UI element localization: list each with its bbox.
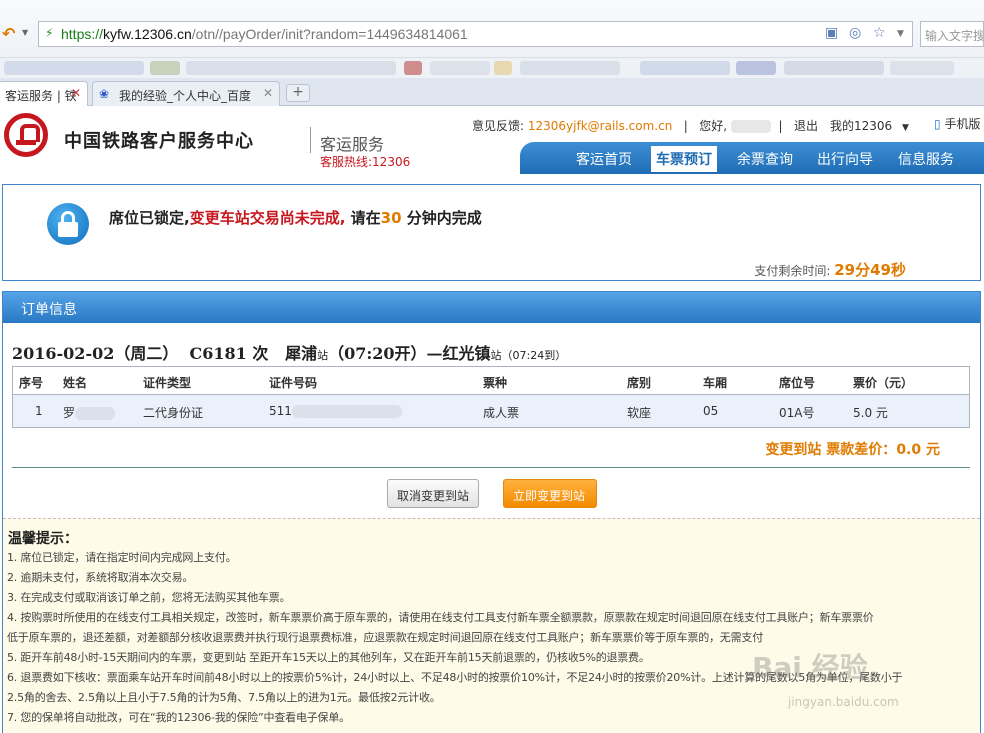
- mobile-link[interactable]: ▯ 手机版: [934, 115, 980, 132]
- main-nav: 客运首页 车票预订 余票查询 出行向导 信息服务: [520, 142, 984, 174]
- tip-item: 7. 您的保单将自动批改，可在“我的12306-我的保险”中查看电子保单。: [7, 711, 350, 724]
- search-input[interactable]: 输入文字搜: [920, 21, 984, 47]
- site-header: 中国铁路客户服务中心 客运服务 客服热线:12306 意见反馈: 12306yj…: [0, 107, 984, 174]
- nav-booking[interactable]: 车票预订: [651, 146, 717, 172]
- passenger-table: 序号 姓名 证件类型 证件号码 票种 席别 车厢 席位号 票价（元） 1 罗 二…: [12, 366, 970, 428]
- bookmark-item[interactable]: [640, 61, 730, 75]
- baidu-paw-icon: ❀: [99, 87, 110, 101]
- username-redacted: [730, 120, 771, 133]
- bookmark-bar: [0, 58, 984, 78]
- seat-locked-notice: 席位已锁定,变更车站交易尚未完成, 请在30 分钟内完成 支付剩余时间: 29分…: [2, 184, 981, 281]
- nav-travel-guide[interactable]: 出行向导: [817, 149, 873, 169]
- tab-12306[interactable]: 客运服务 | 铁 ✕: [0, 81, 88, 106]
- address-bar[interactable]: ⚡ https://kyfw.12306.cn/otn//payOrder/in…: [38, 21, 913, 47]
- nav-remaining-tickets[interactable]: 余票查询: [737, 149, 793, 169]
- name-redacted: [75, 407, 116, 420]
- id-redacted: [291, 405, 402, 418]
- order-panel-title: 订单信息: [3, 292, 980, 323]
- lock-icon: [47, 203, 89, 245]
- payment-countdown: 支付剩余时间: 29分49秒: [754, 261, 906, 279]
- my12306-menu[interactable]: 我的12306 ▼: [830, 117, 909, 134]
- shield-icon[interactable]: ◎: [849, 25, 861, 41]
- confirm-change-button[interactable]: 立即变更到站: [503, 479, 597, 508]
- close-icon[interactable]: ✕: [263, 86, 273, 100]
- tip-item: 1. 席位已锁定，请在指定时间内完成网上支付。: [7, 551, 237, 564]
- cancel-change-button[interactable]: 取消变更到站: [387, 479, 479, 508]
- table-row: 1 罗 二代身份证 511 成人票 软座 05 01A号 5.0 元: [13, 395, 969, 427]
- bookmark-item[interactable]: [494, 61, 512, 75]
- tip-item: 5. 距开车前48小时-15天期间内的车票，变更到站 至距开车15天以上的其他列…: [7, 651, 650, 664]
- notice-message: 席位已锁定,变更车站交易尚未完成, 请在30 分钟内完成: [109, 209, 482, 227]
- url-text[interactable]: https://kyfw.12306.cn/otn//payOrder/init…: [61, 26, 468, 42]
- tab-baidu-jingyan[interactable]: ❀ 我的经验_个人中心_百度 ✕: [92, 81, 280, 106]
- brand-divider: [310, 127, 311, 153]
- table-header: 序号 姓名 证件类型 证件号码 票种 席别 车厢 席位号 票价（元）: [13, 367, 969, 395]
- nav-home[interactable]: 客运首页: [576, 149, 632, 169]
- back-icon[interactable]: ↶: [2, 24, 15, 43]
- baidu-watermark-url: jingyan.baidu.com: [788, 695, 899, 709]
- feedback-email-link[interactable]: 12306yjfk@rails.com.cn: [528, 119, 672, 133]
- chevron-down-icon: ▼: [902, 123, 909, 133]
- trip-summary: 2016-02-02（周二） C6181 次 犀浦站（07:20开）—红光镇站（…: [12, 344, 567, 363]
- page-copy-icon[interactable]: ▣: [825, 25, 838, 41]
- nav-info-service[interactable]: 信息服务: [898, 149, 954, 169]
- bookmark-item[interactable]: [520, 61, 620, 75]
- brand-subtitle: 客运服务: [320, 135, 385, 154]
- tip-item: 4. 按购票时所使用的在线支付工具相关规定，改签时，新车票票价高于原车票的，请使…: [7, 611, 874, 624]
- top-links: 意见反馈: 12306yjfk@rails.com.cn | 您好, | 退出: [472, 119, 819, 133]
- bookmark-item[interactable]: [784, 61, 884, 75]
- countdown-time: 29分49秒: [834, 261, 906, 279]
- railway-logo-icon[interactable]: [4, 113, 48, 157]
- tip-item: 2.5角的舍去、2.5角以上且小于7.5角的计为5角、7.5角以上的进为1元。最…: [7, 691, 441, 704]
- star-icon[interactable]: ☆: [873, 25, 886, 41]
- bookmark-item[interactable]: [150, 61, 180, 75]
- bookmark-item[interactable]: [736, 61, 776, 75]
- secure-lock-icon: ⚡: [45, 26, 54, 40]
- bookmark-item[interactable]: [404, 61, 422, 75]
- bookmark-item[interactable]: [186, 61, 396, 75]
- logout-link[interactable]: 退出: [794, 119, 818, 133]
- tab-strip: 客运服务 | 铁 ✕ ❀ 我的经验_个人中心_百度 ✕ +: [0, 78, 984, 106]
- tips-title: 温馨提示：: [8, 531, 78, 547]
- back-dropdown-icon[interactable]: ▼: [22, 28, 28, 37]
- tip-item: 低于原车票的，退还差额，对差额部分核收退票费并执行现行退票费标准，应退票款在规定…: [7, 631, 763, 644]
- browser-toolbar: ↶ ▼ ⚡ https://kyfw.12306.cn/otn//payOrde…: [0, 0, 984, 58]
- close-icon[interactable]: ✕: [71, 86, 81, 100]
- new-tab-button[interactable]: +: [286, 84, 310, 102]
- bookmark-item[interactable]: [890, 61, 954, 75]
- hotline: 客服热线:12306: [320, 155, 411, 169]
- baidu-watermark: Bai 经验: [752, 651, 868, 684]
- phone-icon: ▯: [934, 117, 941, 131]
- bookmark-item[interactable]: [4, 61, 144, 75]
- dropdown-icon[interactable]: ▼: [897, 29, 904, 39]
- price-difference: 变更到站 票款差价：0.0 元: [765, 442, 940, 458]
- bookmark-item[interactable]: [430, 61, 490, 75]
- divider: [12, 467, 970, 468]
- tip-item: 2. 逾期未支付，系统将取消本次交易。: [7, 571, 194, 584]
- tip-item: 3. 在完成支付或取消该订单之前，您将无法购买其他车票。: [7, 591, 291, 604]
- brand-title: 中国铁路客户服务中心: [64, 131, 254, 152]
